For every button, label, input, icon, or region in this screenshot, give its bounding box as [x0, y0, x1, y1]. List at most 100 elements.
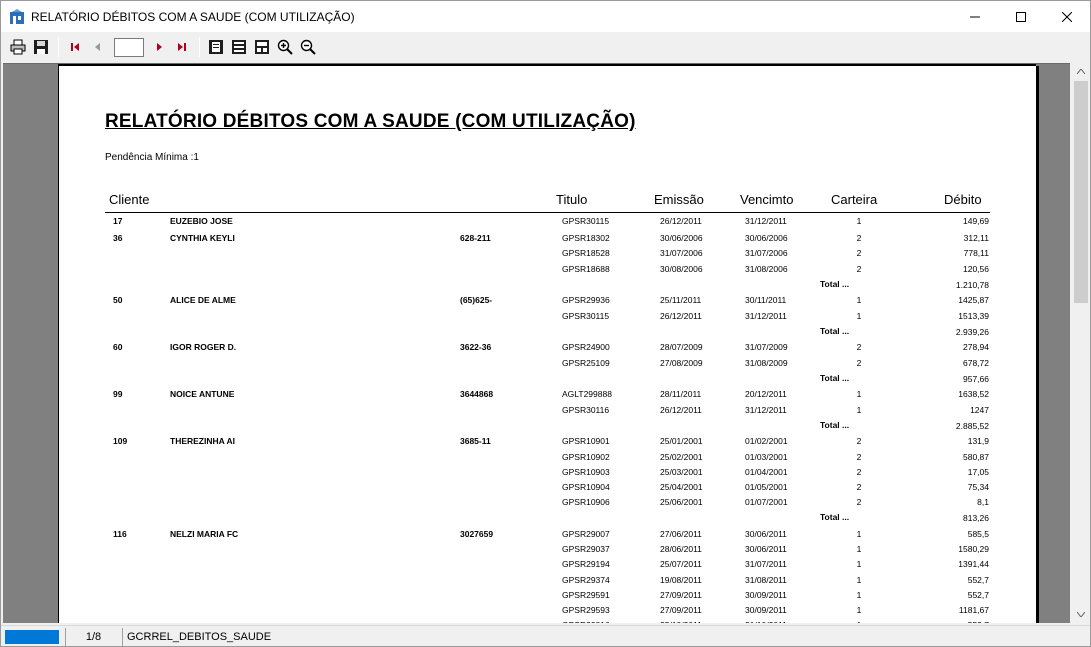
debito-cell: 1513,39 [958, 310, 989, 321]
emissao-cell: 19/08/2011 [660, 574, 702, 585]
page-edge [1036, 66, 1039, 623]
vencimento-cell: 30/09/2011 [745, 589, 787, 600]
scroll-thumb[interactable] [1074, 81, 1088, 303]
scroll-up-button[interactable] [1072, 63, 1090, 80]
header-carteira: Carteira [831, 192, 878, 207]
emissao-cell: 26/12/2011 [660, 310, 702, 321]
save-icon [33, 40, 48, 54]
scroll-down-button[interactable] [1072, 606, 1090, 623]
client-phone: (65)625- [460, 295, 493, 306]
titulo-cell: GPSR24900 [562, 342, 610, 353]
progress-bar [5, 630, 59, 644]
print-button[interactable] [7, 37, 28, 58]
debito-cell: 278,94 [963, 342, 989, 353]
carteira-cell: 2 [856, 248, 862, 259]
debito-cell: 678,72 [963, 357, 989, 368]
page-view-icon [208, 40, 223, 54]
status-bar: 1/8 GCRREL_DEBITOS_SAUDE [1, 625, 1090, 646]
list-view-button[interactable] [228, 37, 249, 58]
titulo-cell: GPSR25109 [562, 357, 610, 368]
carteira-cell: 2 [856, 357, 862, 368]
page-number-input[interactable] [114, 37, 144, 57]
zoom-out-icon [300, 39, 316, 55]
client-id: 99 [113, 389, 123, 400]
debito-cell: 8,1 [977, 497, 989, 508]
total-label: Total ... [820, 278, 850, 289]
report-viewer[interactable]: RELATÓRIO DÉBITOS COM A SAUDE (COM UTILI… [3, 63, 1070, 623]
debito-cell: 1181,67 [958, 605, 989, 615]
client-name: EUZEBIO JOSE [170, 216, 233, 226]
client-phone: 3644868 [460, 389, 494, 400]
carteira-cell: 1 [856, 559, 862, 570]
maximize-button[interactable] [998, 1, 1044, 32]
debito-cell: 131,9 [967, 436, 989, 447]
client-id: 60 [113, 342, 123, 353]
debito-cell: 552,7 [919, 620, 989, 623]
client-id: 116 [113, 529, 127, 539]
toolbar [1, 32, 1090, 62]
total-value: 813,26 [963, 513, 989, 524]
emissao-cell: 30/08/2006 [660, 263, 703, 274]
titulo-cell: GPSR18302 [562, 233, 610, 244]
report-page: RELATÓRIO DÉBITOS COM A SAUDE (COM UTILI… [58, 64, 1036, 623]
prev-page-button[interactable] [87, 37, 108, 58]
chevron-down-icon [1077, 612, 1085, 617]
vencimento-cell: 01/02/2001 [745, 436, 788, 447]
titulo-cell: GPSR29936 [562, 295, 610, 306]
vencimento-cell: 20/12/2011 [745, 389, 787, 400]
titulo-cell: GPSR10906 [562, 497, 610, 508]
carteira-cell: 1 [856, 295, 862, 306]
client-phone: 3685-11 [460, 436, 491, 447]
emissao-cell: 28/06/2011 [660, 544, 702, 555]
status-page-count: 1/8 [65, 628, 121, 646]
emissao-cell: 28/07/2009 [660, 342, 703, 353]
fit-page-button[interactable] [251, 37, 272, 58]
report-title: RELATÓRIO DÉBITOS COM A SAUDE (COM UTILI… [105, 111, 636, 132]
debito-cell: 552,7 [967, 574, 989, 585]
last-page-button[interactable] [171, 37, 192, 58]
vencimento-cell: 31/12/2011 [745, 216, 787, 226]
chevron-up-icon [1077, 69, 1085, 74]
report-preview-window: RELATÓRIO DÉBITOS COM A SAUDE (COM UTILI… [0, 0, 1091, 647]
emissao-cell: 26/12/2011 [660, 404, 702, 415]
vertical-scrollbar[interactable] [1072, 63, 1090, 623]
vencimento-cell: 30/06/2011 [745, 544, 787, 555]
debito-cell: 1425,87 [958, 295, 989, 306]
debito-cell: 778,11 [963, 248, 989, 259]
vencimento-cell: 01/04/2001 [745, 466, 788, 477]
first-page-button[interactable] [64, 37, 85, 58]
total-label: Total ... [820, 372, 850, 383]
titulo-cell: GPSR29593 [562, 605, 610, 615]
total-value: 1.210,78 [955, 279, 989, 290]
titulo-cell: GPSR18688 [562, 263, 610, 274]
debito-cell: 580,87 [963, 451, 989, 462]
minimize-button[interactable] [952, 1, 998, 32]
client-phone: 3027659 [460, 529, 494, 539]
zoom-out-button[interactable] [297, 37, 318, 58]
close-button[interactable] [1044, 1, 1090, 32]
debito-cell: 1247 [970, 404, 989, 415]
page-view-button[interactable] [205, 37, 226, 58]
emissao-cell: 25/07/2011 [660, 559, 702, 570]
carteira-cell: 1 [856, 389, 862, 400]
debito-cell: 1391,44 [958, 559, 989, 570]
debito-cell: 585,5 [967, 529, 989, 539]
client-name: ALICE DE ALME [170, 295, 236, 306]
app-icon [9, 8, 25, 25]
header-divider [105, 212, 990, 213]
report-subtitle: Pendência Mínima :1 [105, 152, 199, 163]
titulo-cell: GPSR30116 [562, 404, 610, 415]
emissao-cell: 25/01/2001 [660, 436, 703, 447]
save-button[interactable] [30, 37, 51, 58]
debito-cell: 75,34 [967, 482, 989, 492]
next-page-button[interactable] [148, 37, 169, 58]
carteira-cell: 1 [856, 544, 862, 555]
vencimento-cell: 01/07/2001 [745, 497, 788, 508]
debito-cell: 120,56 [963, 263, 989, 274]
debito-cell: 552,7 [967, 589, 989, 600]
client-name: NOICE ANTUNE [170, 389, 235, 400]
titulo-cell: GPSR29037 [562, 544, 610, 555]
debito-cell: 312,11 [963, 233, 989, 244]
debito-cell: 149,69 [963, 216, 989, 226]
zoom-in-button[interactable] [274, 37, 295, 58]
